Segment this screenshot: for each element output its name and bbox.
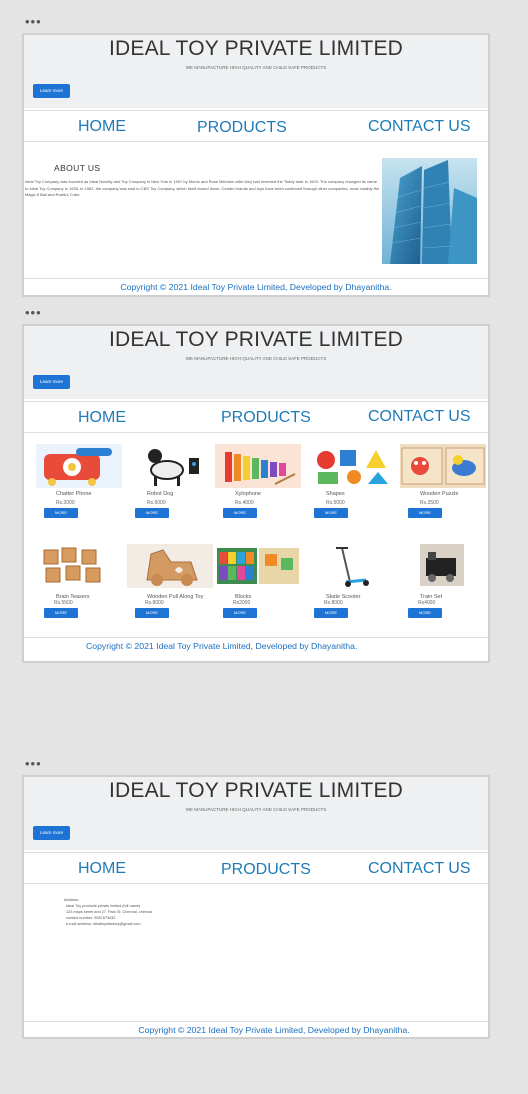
nav-contact[interactable]: CONTACT US bbox=[368, 118, 471, 136]
nav-contact[interactable]: CONTACT US bbox=[368, 408, 471, 426]
product-price: Rs.5000 bbox=[326, 500, 345, 506]
site-subtitle: WE MANUFACTURE HIGH QUALITY AND CHILD SA… bbox=[185, 65, 327, 70]
more-dots-icon[interactable]: ••• bbox=[25, 757, 42, 770]
product-price: Rs2000 bbox=[233, 600, 251, 606]
more-button[interactable]: MORE bbox=[135, 608, 169, 618]
site-subtitle: WE MANUFACTURE HIGH QUALITY AND CHILD SA… bbox=[185, 356, 327, 361]
product-card: Wooden Puzzle Rs.3500 MORE bbox=[400, 444, 486, 539]
product-card: Chatter Phone Rs.2000 MORE bbox=[36, 444, 122, 539]
product-card: Xylophone Rs.4000 MORE bbox=[215, 444, 301, 539]
site-subtitle: WE MANUFACTURE HIGH QUALITY AND CHILD SA… bbox=[185, 807, 327, 812]
learn-more-button[interactable]: Learn more bbox=[33, 375, 70, 389]
site-title: IDEAL TOY PRIVATE LIMITED bbox=[108, 328, 404, 351]
more-button[interactable]: MORE bbox=[314, 608, 348, 618]
brain-teaser-icon bbox=[36, 544, 122, 588]
product-price: Rs.8000 bbox=[324, 600, 343, 606]
more-dots-icon[interactable]: ••• bbox=[25, 15, 42, 28]
footer-copyright: Copyright © 2021 Ideal Toy Private Limit… bbox=[24, 278, 488, 295]
product-card: Blocks Rs2000 MORE bbox=[215, 544, 301, 639]
product-card: Shapes Rs.5000 MORE bbox=[306, 444, 392, 539]
product-price: Rs.8000 bbox=[145, 600, 164, 606]
nav-products[interactable]: PRODUCTS bbox=[221, 409, 311, 427]
product-card: Train Set Rs4000 MORE bbox=[400, 544, 486, 639]
more-button[interactable]: MORE bbox=[44, 508, 78, 518]
more-button[interactable]: MORE bbox=[135, 508, 169, 518]
product-price: Rs.2000 bbox=[56, 500, 75, 506]
product-name: Robot Dog bbox=[147, 491, 174, 497]
product-card: Wooden Pull Along Toy Rs.8000 MORE bbox=[127, 544, 213, 639]
navbar: HOME PRODUCTS CONTACT US bbox=[24, 110, 488, 142]
learn-more-button[interactable]: Learn more bbox=[33, 84, 70, 98]
more-button[interactable]: MORE bbox=[408, 608, 442, 618]
hero-banner: IDEAL TOY PRIVATE LIMITED WE MANUFACTURE… bbox=[24, 35, 488, 108]
robot-dog-icon bbox=[127, 444, 213, 488]
site-title: IDEAL TOY PRIVATE LIMITED bbox=[108, 37, 404, 60]
contact-line: e-mail address: idealtoysfactory@gmail.c… bbox=[66, 922, 141, 926]
scooter-icon bbox=[306, 544, 392, 588]
about-heading: ABOUT US bbox=[54, 163, 101, 173]
more-button[interactable]: MORE bbox=[223, 508, 257, 518]
puzzle-icon bbox=[400, 444, 486, 488]
learn-more-button[interactable]: Learn more bbox=[33, 826, 70, 840]
toy-phone-icon bbox=[36, 444, 122, 488]
product-price: Rs4000 bbox=[418, 600, 436, 606]
contact-page-frame: IDEAL TOY PRIVATE LIMITED WE MANUFACTURE… bbox=[22, 775, 490, 1039]
nav-home[interactable]: HOME bbox=[78, 118, 126, 136]
shapes-icon bbox=[306, 444, 392, 488]
product-card: Robot Dog Rs.5000 MORE bbox=[127, 444, 213, 539]
footer-copyright: Copyright © 2021 Ideal Toy Private Limit… bbox=[24, 637, 488, 653]
train-icon bbox=[400, 544, 486, 588]
nav-products[interactable]: PRODUCTS bbox=[197, 119, 287, 137]
hero-banner: IDEAL TOY PRIVATE LIMITED WE MANUFACTURE… bbox=[24, 777, 488, 850]
product-price: Rs.3500 bbox=[420, 500, 439, 506]
product-name: Shapes bbox=[326, 491, 345, 497]
contact-info: Address: Ideal Toy products private limi… bbox=[64, 897, 152, 927]
product-card: Brain Teasers Rs.5500 MORE bbox=[36, 544, 122, 639]
nav-home[interactable]: HOME bbox=[78, 409, 126, 427]
more-button[interactable]: MORE bbox=[223, 608, 257, 618]
hero-banner: IDEAL TOY PRIVATE LIMITED WE MANUFACTURE… bbox=[24, 326, 488, 399]
home-page-frame: IDEAL TOY PRIVATE LIMITED WE MANUFACTURE… bbox=[22, 33, 490, 297]
pull-toy-icon bbox=[127, 544, 213, 588]
nav-home[interactable]: HOME bbox=[78, 860, 126, 878]
product-name: Chatter Phone bbox=[56, 491, 92, 497]
navbar: HOME PRODUCTS CONTACT US bbox=[24, 401, 488, 433]
product-price: Rs.5500 bbox=[54, 600, 73, 606]
site-title: IDEAL TOY PRIVATE LIMITED bbox=[108, 779, 404, 802]
product-name: Xylophone bbox=[235, 491, 261, 497]
more-dots-icon[interactable]: ••• bbox=[25, 306, 42, 319]
nav-products[interactable]: PRODUCTS bbox=[221, 861, 311, 879]
nav-contact[interactable]: CONTACT US bbox=[368, 860, 471, 878]
footer-copyright: Copyright © 2021 Ideal Toy Private Limit… bbox=[24, 1021, 488, 1037]
blocks-icon bbox=[215, 544, 301, 588]
building-image bbox=[382, 158, 477, 264]
product-price: Rs.4000 bbox=[235, 500, 254, 506]
xylophone-icon bbox=[215, 444, 301, 488]
product-card: Skate Scooter Rs.8000 MORE bbox=[306, 544, 392, 639]
product-price: Rs.5000 bbox=[147, 500, 166, 506]
more-button[interactable]: MORE bbox=[314, 508, 348, 518]
more-button[interactable]: MORE bbox=[44, 608, 78, 618]
about-text: Ideal Toy Company was founded as Ideal N… bbox=[25, 179, 380, 197]
more-button[interactable]: MORE bbox=[408, 508, 442, 518]
products-page-frame: IDEAL TOY PRIVATE LIMITED WE MANUFACTURE… bbox=[22, 324, 490, 663]
product-name: Wooden Puzzle bbox=[420, 491, 459, 497]
navbar: HOME PRODUCTS CONTACT US bbox=[24, 852, 488, 884]
